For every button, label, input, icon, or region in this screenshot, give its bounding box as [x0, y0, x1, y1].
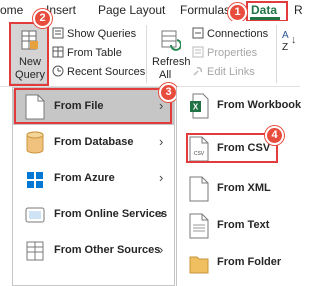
step-badge-4: 4 — [265, 126, 284, 145]
submenu-item-from-workbook[interactable]: X From Workbook — [177, 88, 301, 124]
sort-z-label: Z — [282, 42, 289, 53]
from-table-label: From Table — [67, 47, 122, 59]
tab-home[interactable]: ome — [0, 3, 23, 17]
sort-a-label: A — [282, 30, 289, 41]
sort-arrow-icon: ↓ — [291, 34, 297, 46]
folder-icon — [189, 256, 209, 274]
chevron-right-icon: › — [159, 170, 164, 185]
recent-sources-button[interactable]: Recent Sources — [52, 65, 145, 80]
xml-file-icon — [189, 176, 209, 202]
submenu-item-label: From Workbook — [217, 99, 302, 111]
connections-button[interactable]: Connections — [192, 27, 268, 42]
chevron-right-icon: › — [159, 206, 164, 221]
excel-workbook-icon: X — [190, 93, 209, 119]
menu-item-from-online-services[interactable]: From Online Services › — [13, 197, 174, 233]
tab-formulas[interactable]: Formulas — [180, 3, 230, 17]
edit-links-label: Edit Links — [207, 66, 255, 78]
recent-sources-icon — [52, 65, 64, 77]
azure-icon — [27, 172, 43, 188]
table-icon — [52, 46, 64, 58]
submenu-item-from-text[interactable]: From Text — [177, 208, 301, 244]
connections-label: Connections — [207, 28, 269, 40]
menu-item-from-other-sources[interactable]: From Other Sources › — [13, 233, 174, 269]
sort-az-button[interactable]: A Z ↓ — [282, 30, 298, 70]
properties-label: Properties — [207, 47, 258, 59]
from-file-submenu: X From Workbook CSV From CSV From XML Fr… — [176, 87, 301, 286]
submenu-item-label: From XML — [217, 182, 271, 194]
properties-button[interactable]: Properties — [192, 46, 257, 61]
chevron-right-icon: › — [159, 134, 164, 149]
submenu-item-from-xml[interactable]: From XML — [177, 171, 301, 207]
properties-icon — [192, 46, 204, 58]
ribbon-separator — [146, 25, 147, 83]
submenu-item-from-folder[interactable]: From Folder — [177, 245, 301, 281]
recent-sources-label: Recent Sources — [67, 66, 146, 78]
other-sources-icon — [26, 241, 44, 261]
menu-item-label: From Other Sources — [54, 244, 161, 256]
chevron-right-icon: › — [159, 242, 164, 257]
ribbon-separator — [276, 25, 277, 83]
menu-item-label: From Azure — [54, 172, 115, 184]
refresh-all-label-line2: All — [159, 69, 172, 81]
edit-links-icon — [193, 66, 203, 76]
edit-links-button[interactable]: Edit Links — [192, 65, 255, 80]
from-table-button[interactable]: From Table — [52, 46, 122, 61]
show-queries-button[interactable]: Show Queries — [52, 27, 136, 42]
show-queries-label: Show Queries — [67, 28, 137, 40]
refresh-all-button[interactable]: Refresh All — [150, 24, 191, 84]
svg-text:X: X — [193, 103, 199, 112]
tab-page-layout[interactable]: Page Layout — [98, 3, 165, 17]
menu-item-label: From Database — [54, 136, 134, 148]
submenu-item-label: From Folder — [217, 256, 282, 268]
show-queries-icon — [52, 27, 64, 39]
refresh-all-label-line1: Refresh — [152, 56, 191, 68]
data-tab-highlight — [246, 1, 288, 22]
new-query-highlight — [9, 22, 49, 86]
step-badge-1: 1 — [228, 3, 247, 22]
menu-item-from-database[interactable]: From Database › — [13, 125, 174, 161]
submenu-item-label: From Text — [217, 219, 270, 231]
online-services-icon — [25, 207, 45, 223]
connections-icon — [192, 27, 204, 39]
from-csv-highlight — [186, 133, 278, 163]
tab-cut-off[interactable]: R — [294, 3, 303, 17]
step-badge-2: 2 — [33, 9, 52, 28]
text-file-icon — [189, 213, 209, 239]
menu-item-label: From Online Services — [54, 208, 168, 220]
menu-item-from-azure[interactable]: From Azure › — [13, 161, 174, 197]
refresh-icon — [161, 30, 181, 51]
database-icon — [26, 131, 44, 154]
from-file-highlight — [14, 88, 172, 124]
